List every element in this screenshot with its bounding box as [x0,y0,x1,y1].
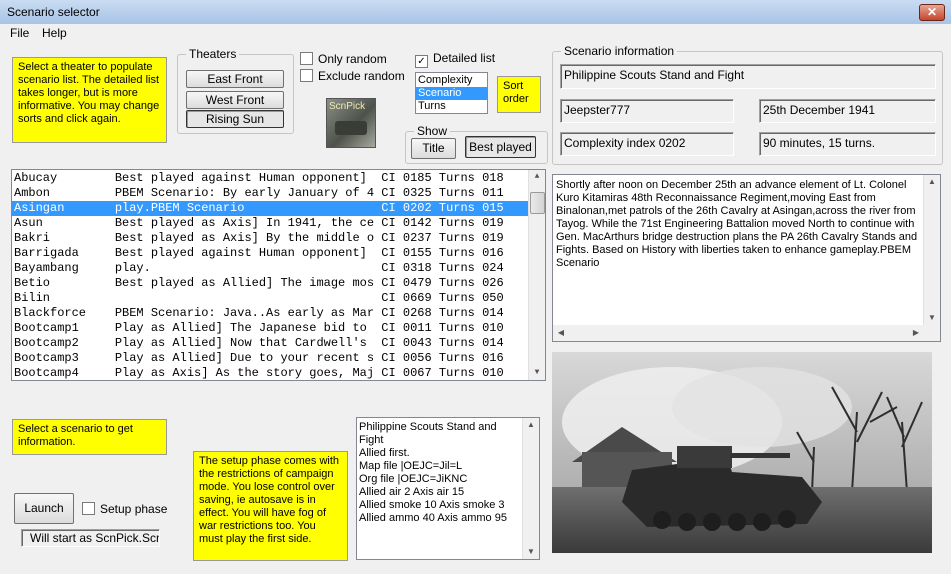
sort-item-complexity[interactable]: Complexity [416,74,487,87]
scroll-down-icon[interactable]: ▼ [529,366,545,380]
scenario-name-field: Philippine Scouts Stand and Fight [560,64,936,89]
menu-file[interactable]: File [10,26,29,40]
details-scrollbar[interactable]: ▲ ▼ [522,418,539,559]
scenario-row[interactable]: Bilin CI 0669 Turns 050 [12,291,545,306]
only-random-label: Only random [318,52,387,66]
tank-silhouette-icon [335,121,367,135]
sort-list[interactable]: Complexity Scenario Turns [415,72,488,114]
scenario-row[interactable]: Bootcamp3 Play as Allied] Due to your re… [12,351,545,366]
description-hscroll[interactable]: ◀ ▶ [553,325,924,341]
scroll-up-icon[interactable]: ▲ [529,170,545,184]
duration-field: 90 minutes, 15 turns. [759,132,936,156]
description-vscroll[interactable]: ▲ ▼ [923,175,940,341]
desc-scroll-up-icon[interactable]: ▲ [924,175,940,189]
details-scroll-up-icon[interactable]: ▲ [523,418,539,432]
details-line: Philippine Scouts Stand and Fight [359,421,497,446]
scenario-selector-window: Scenario selector ✕ File Help Select a t… [0,0,951,574]
setup-phase-label: Setup phase [100,502,168,516]
scenario-information-legend: Scenario information [561,44,678,58]
scroll-thumb[interactable] [530,192,545,214]
theater-help-note: Select a theater to populate scenario li… [12,57,167,143]
detailed-list-box[interactable]: ✓ [415,55,428,68]
details-line: Allied first. [359,447,410,459]
show-legend: Show [414,124,451,138]
sort-order-note: Sort order [497,76,541,113]
scnpick-logo: ScnPick [326,98,376,148]
scenario-row[interactable]: Betio Best played as Allied] The image m… [12,276,545,291]
details-line: Map file |OEJC=Jil=L [359,460,463,472]
window-title: Scenario selector [7,5,100,19]
launch-status-field: Will start as ScnPick.Scn [21,529,160,547]
scenario-row[interactable]: Abucay Best played against Human opponen… [12,171,545,186]
scenario-row[interactable]: Bakri Best played as Axis] By the middle… [12,231,545,246]
desc-scroll-left-icon[interactable]: ◀ [553,326,569,340]
exclude-random-label: Exclude random [318,69,405,83]
menu-bar: File Help [0,24,951,42]
title-bar: Scenario selector ✕ [0,0,951,25]
rising-sun-button[interactable]: Rising Sun [186,110,284,128]
only-random-checkbox[interactable]: Only random [300,52,387,66]
details-rows: Philippine Scouts Stand and Fight Allied … [359,421,521,525]
scenario-details[interactable]: Philippine Scouts Stand and Fight Allied … [356,417,540,560]
details-line: Allied air 2 Axis air 15 [359,486,465,498]
scenario-photo [552,352,932,553]
scenario-row[interactable]: Asun Best played as Axis] In 1941, the c… [12,216,545,231]
scenario-row[interactable]: Bootcamp1 Play as Allied] The Japanese b… [12,321,545,336]
scenario-help-note: Select a scenario to get information. [12,419,167,455]
scenario-description[interactable]: Shortly after noon on December 25th an a… [552,174,941,342]
details-scroll-down-icon[interactable]: ▼ [523,545,539,559]
scenario-row[interactable]: Bootcamp2 Play as Allied] Now that Cardw… [12,336,545,351]
complexity-field: Complexity index 0202 [560,132,734,156]
detailed-list-checkbox[interactable]: ✓ Detailed list [415,51,495,68]
scenario-row[interactable]: Bayambang play. CI 0318 Turns 024 [12,261,545,276]
author-field: Jeepster777 [560,99,734,123]
description-text: Shortly after noon on December 25th an a… [556,179,918,269]
scenario-row[interactable]: Barrigada Best played against Human oppo… [12,246,545,261]
close-icon[interactable]: ✕ [919,4,945,21]
details-line: Allied smoke 10 Axis smoke 3 [359,499,505,511]
east-front-button[interactable]: East Front [186,70,284,88]
setup-phase-checkbox[interactable]: Setup phase [82,502,167,516]
sort-item-turns[interactable]: Turns [416,100,487,113]
scenario-row[interactable]: Blackforce PBEM Scenario: Java..As early… [12,306,545,321]
launch-button[interactable]: Launch [14,493,74,524]
exclude-random-box[interactable] [300,69,313,82]
show-title-button[interactable]: Title [411,138,456,159]
sort-item-scenario[interactable]: Scenario [416,87,487,100]
setup-help-note: The setup phase comes with the restricti… [193,451,348,561]
scenario-row[interactable]: Ambon PBEM Scenario: By early January of… [12,186,545,201]
desc-scroll-down-icon[interactable]: ▼ [924,311,940,325]
show-best-played-button[interactable]: Best played [465,136,536,158]
date-field: 25th December 1941 [759,99,936,123]
detailed-list-label: Detailed list [433,51,496,65]
details-line: Allied ammo 40 Axis ammo 95 [359,512,507,524]
menu-help[interactable]: Help [42,26,67,40]
scenario-rows: Abucay Best played against Human opponen… [12,171,545,380]
scenario-row[interactable]: Bootcamp4 Play as Axis] As the story goe… [12,366,545,380]
setup-phase-box[interactable] [82,502,95,515]
scenario-list[interactable]: Abucay Best played against Human opponen… [11,169,546,381]
only-random-box[interactable] [300,52,313,65]
theaters-legend: Theaters [186,47,240,61]
scenario-list-scrollbar[interactable]: ▲ ▼ [528,170,545,380]
details-line: Org file |OEJC=JiKNC [359,473,468,485]
exclude-random-checkbox[interactable]: Exclude random [300,69,405,83]
logo-text: ScnPick [329,101,366,112]
scenario-row[interactable]: Asingan play.PBEM Scenario CI 0202 Turns… [12,201,545,216]
desc-scroll-right-icon[interactable]: ▶ [908,326,924,340]
west-front-button[interactable]: West Front [186,91,284,109]
